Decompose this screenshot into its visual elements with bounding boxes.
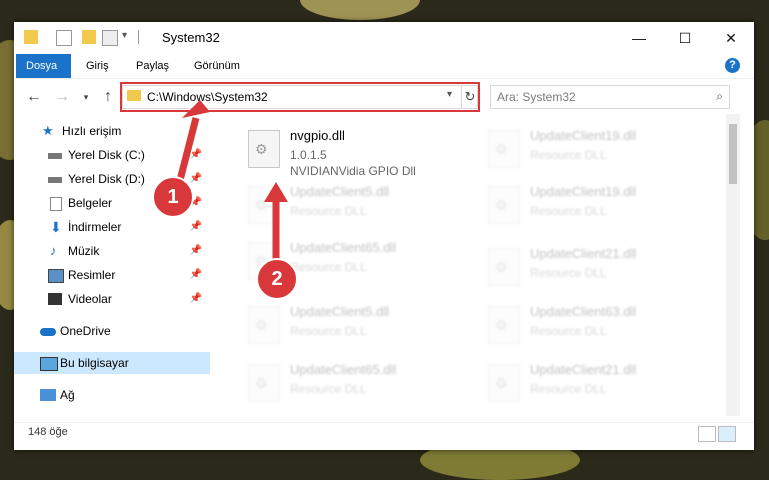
annotation-arrows	[174, 100, 288, 264]
arrow-1-head	[182, 100, 210, 118]
callout-1: 1	[152, 176, 194, 218]
callout-2: 2	[256, 258, 298, 300]
arrow-2-head	[264, 182, 288, 202]
